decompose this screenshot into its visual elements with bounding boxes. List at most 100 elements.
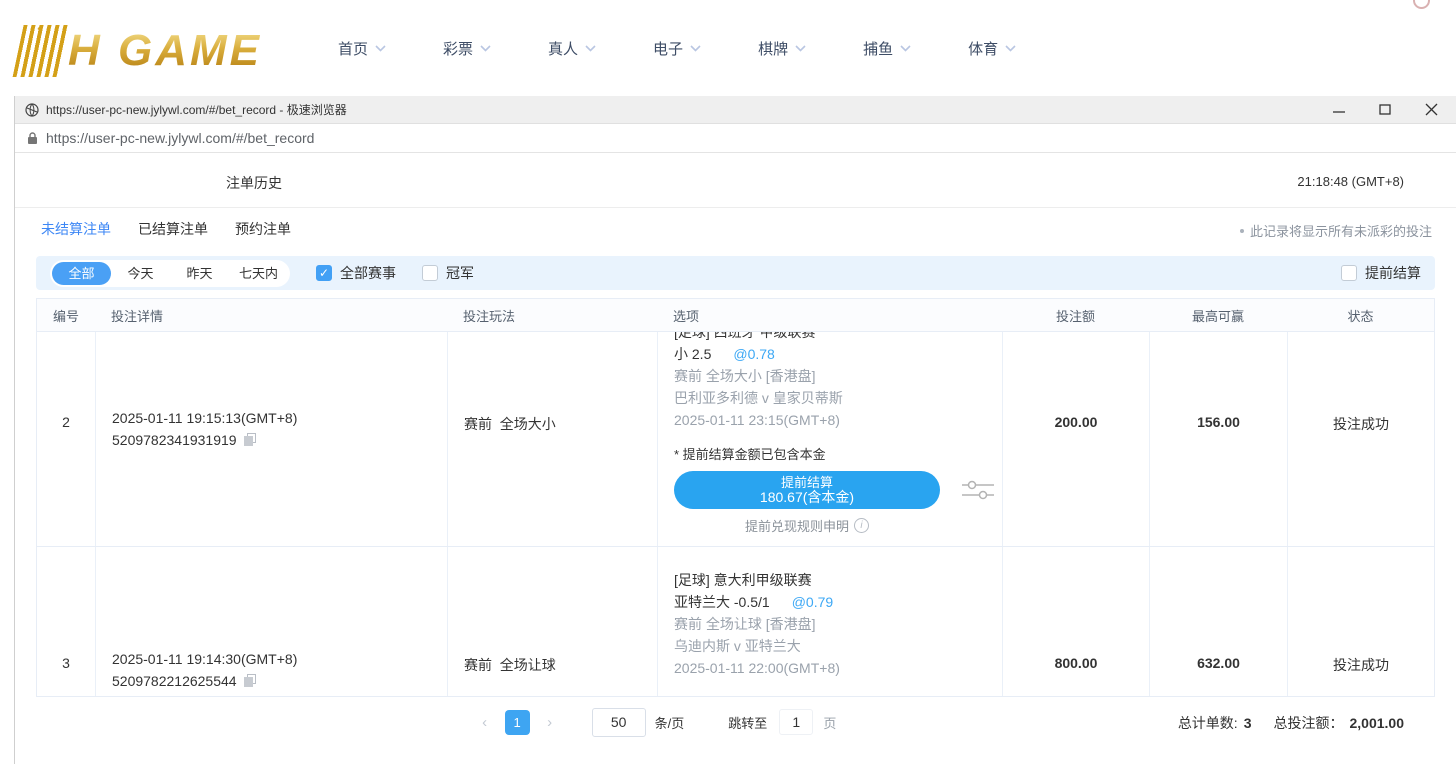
- copy-icon[interactable]: [244, 433, 257, 447]
- per-page-label: 条/页: [655, 713, 685, 732]
- nav-item-live[interactable]: 真人: [548, 38, 596, 59]
- notice: 此记录将显示所有未派彩的投注: [1240, 221, 1432, 240]
- nav-item-cards[interactable]: 棋牌: [758, 38, 806, 59]
- early-settle-button[interactable]: 提前结算 180.67(含本金): [674, 471, 940, 509]
- totals: 总计单数:3总投注额：2,001.00: [1178, 713, 1404, 733]
- bet-amount: 800.00: [1002, 547, 1149, 696]
- copy-icon[interactable]: [244, 674, 257, 688]
- bet-time: 2025-01-11 19:15:13(GMT+8): [112, 407, 447, 429]
- selection: 亚特兰大 -0.5/1: [674, 594, 770, 610]
- address-bar[interactable]: https://user-pc-new.jylywl.com/#/bet_rec…: [15, 124, 1456, 153]
- minimize-button[interactable]: [1332, 103, 1346, 117]
- info-icon: i: [854, 518, 869, 533]
- main-nav: 首页 彩票 真人 电子 棋牌 捕鱼 体育: [338, 0, 1016, 96]
- checkbox-unchecked-icon: [422, 265, 438, 281]
- maximize-button[interactable]: [1378, 103, 1392, 117]
- prev-page-icon[interactable]: ‹: [475, 714, 495, 731]
- table-row: 3 2025-01-11 19:14:30(GMT+8) 52097822126…: [37, 546, 1434, 696]
- chevron-down-icon: [690, 45, 701, 52]
- nav-item-lottery[interactable]: 彩票: [443, 38, 491, 59]
- selection-line: 亚特兰大 -0.5/1 @0.79: [674, 591, 1002, 613]
- checkbox-label: 全部赛事: [340, 263, 396, 283]
- button-amount: 180.67(含本金): [760, 490, 854, 505]
- nav-item-home[interactable]: 首页: [338, 38, 386, 59]
- option-cell: [足球] 西班牙 甲级联赛 小 2.5 @0.78 赛前 全场大小 [香港盘] 巴…: [657, 332, 1002, 546]
- early-settle-note: * 提前结算金额已包含本金: [674, 445, 1002, 465]
- all-events-checkbox[interactable]: ✓ 全部赛事: [316, 263, 396, 283]
- col-header-play: 投注玩法: [447, 306, 657, 325]
- nav-label: 捕鱼: [863, 38, 893, 59]
- chevron-down-icon: [585, 45, 596, 52]
- total-count-value: 3: [1244, 715, 1252, 731]
- close-button[interactable]: [1424, 103, 1438, 117]
- odds: @0.79: [792, 594, 833, 610]
- bullet-icon: [1240, 229, 1244, 233]
- selection: 小 2.5: [674, 346, 711, 362]
- nav-label: 彩票: [443, 38, 473, 59]
- next-page-icon[interactable]: ›: [540, 714, 560, 731]
- segment-yesterday[interactable]: 昨天: [170, 262, 229, 285]
- checkbox-checked-icon: ✓: [316, 265, 332, 281]
- nav-item-slots[interactable]: 电子: [653, 38, 701, 59]
- date-range-segments: 全部 今天 昨天 七天内: [50, 260, 290, 287]
- early-settle-checkbox[interactable]: 提前结算: [1341, 263, 1421, 283]
- page-size-input[interactable]: [592, 708, 646, 737]
- sliders-icon[interactable]: [962, 479, 994, 501]
- table-header: 编号 投注详情 投注玩法 选项 投注额 最高可赢 状态: [37, 299, 1434, 331]
- nav-label: 棋牌: [758, 38, 788, 59]
- cashout-rules-link[interactable]: 提前兑现规则申明 i: [674, 516, 940, 535]
- page-header: 注单历史 21:18:48 (GMT+8): [15, 154, 1456, 208]
- browser-window: https://user-pc-new.jylywl.com/#/bet_rec…: [14, 96, 1456, 764]
- checkbox-unchecked-icon: [1341, 265, 1357, 281]
- col-header-option: 选项: [657, 306, 1002, 325]
- nav-label: 体育: [968, 38, 998, 59]
- checkbox-label: 冠军: [446, 263, 474, 283]
- play-type: 赛前 全场让球: [447, 547, 657, 696]
- window-title: https://user-pc-new.jylywl.com/#/bet_rec…: [46, 101, 1332, 118]
- nav-item-sports[interactable]: 体育: [968, 38, 1016, 59]
- tabs-row: 未结算注单 已结算注单 预约注单 此记录将显示所有未派彩的投注: [15, 208, 1456, 250]
- odds: @0.78: [733, 346, 774, 362]
- corner-avatar-icon[interactable]: [1413, 0, 1430, 9]
- match-teams: 巴利亚多利德 v 皇家贝蒂斯: [674, 387, 1002, 409]
- chevron-down-icon: [795, 45, 806, 52]
- segment-today[interactable]: 今天: [111, 262, 170, 285]
- status: 投注成功: [1287, 547, 1434, 696]
- col-header-amount: 投注额: [1002, 306, 1149, 325]
- clock: 21:18:48 (GMT+8): [1297, 174, 1404, 189]
- tab-settled[interactable]: 已结算注单: [138, 219, 208, 239]
- globe-icon: [25, 103, 39, 117]
- row-no: 3: [37, 547, 95, 696]
- logo[interactable]: H GAME: [18, 22, 262, 80]
- row-no: 2: [37, 332, 95, 546]
- bet-table: 编号 投注详情 投注玩法 选项 投注额 最高可赢 状态 2 2025-01-11…: [36, 298, 1435, 697]
- page-title: 注单历史: [226, 173, 282, 193]
- page-unit-label: 页: [823, 713, 836, 732]
- chevron-down-icon: [480, 45, 491, 52]
- segment-seven-days[interactable]: 七天内: [229, 262, 288, 285]
- tab-unsettled[interactable]: 未结算注单: [41, 219, 111, 239]
- col-header-maxwin: 最高可赢: [1149, 306, 1287, 325]
- chevron-down-icon: [375, 45, 386, 52]
- segment-all[interactable]: 全部: [52, 262, 111, 285]
- page-content: 注单历史 21:18:48 (GMT+8) 未结算注单 已结算注单 预约注单 此…: [15, 154, 1456, 764]
- selection-line: 小 2.5 @0.78: [674, 343, 1002, 365]
- col-header-status: 状态: [1287, 306, 1434, 325]
- tab-reserved[interactable]: 预约注单: [235, 219, 291, 239]
- chevron-down-icon: [1005, 45, 1016, 52]
- jump-page-input[interactable]: [779, 709, 813, 735]
- league-name: [足球] 西班牙 甲级联赛: [674, 332, 1002, 343]
- nav-item-fishing[interactable]: 捕鱼: [863, 38, 911, 59]
- bet-id: 5209782341931919: [112, 429, 237, 451]
- rules-label: 提前兑现规则申明: [745, 516, 849, 535]
- match-teams: 乌迪内斯 v 亚特兰大: [674, 635, 1002, 657]
- market: 赛前 全场让球 [香港盘]: [674, 613, 1002, 635]
- champion-checkbox[interactable]: 冠军: [422, 263, 474, 283]
- chevron-down-icon: [900, 45, 911, 52]
- page-number-button[interactable]: 1: [505, 710, 530, 735]
- max-win: 156.00: [1149, 332, 1287, 546]
- table-row: 2 2025-01-11 19:15:13(GMT+8) 52097823419…: [37, 331, 1434, 546]
- nav-label: 电子: [653, 38, 683, 59]
- button-label: 提前结算: [781, 475, 833, 490]
- market: 赛前 全场大小 [香港盘]: [674, 365, 1002, 387]
